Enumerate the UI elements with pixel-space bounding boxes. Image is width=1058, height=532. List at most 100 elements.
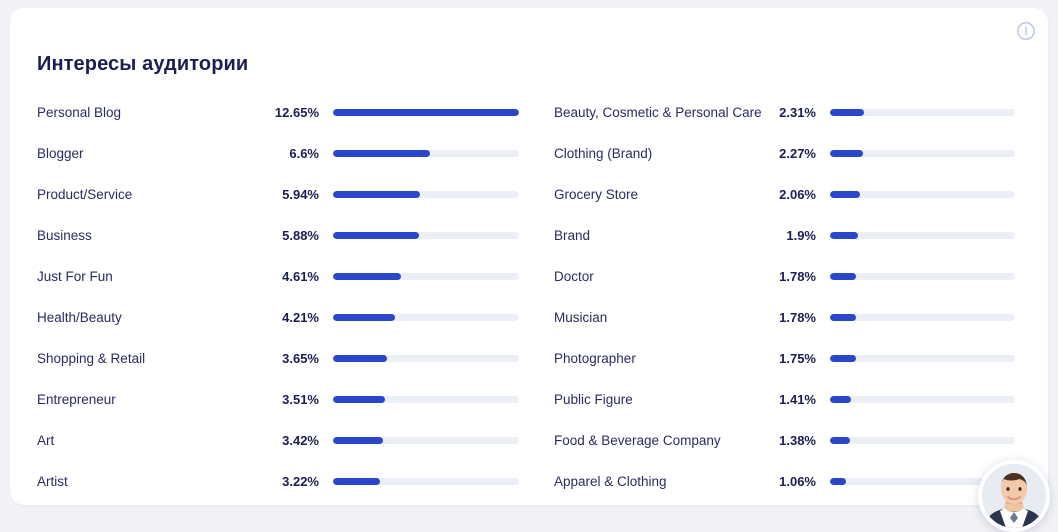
interest-label: Health/Beauty [37, 310, 267, 325]
interest-label: Personal Blog [37, 105, 267, 120]
interest-row: Photographer1.75% [554, 338, 1015, 379]
interest-bar-track [830, 150, 1015, 157]
interest-label: Just For Fun [37, 269, 267, 284]
interest-row: Artist3.22% [37, 461, 519, 502]
interest-bar-fill [333, 396, 385, 403]
interest-row: Personal Blog12.65% [37, 92, 519, 133]
interest-percentage: 1.38% [768, 433, 830, 448]
interest-bar-track [830, 109, 1015, 116]
interest-row: Beauty, Cosmetic & Personal Care2.31% [554, 92, 1015, 133]
interest-row: Brand1.9% [554, 215, 1015, 256]
interest-row: Blogger6.6% [37, 133, 519, 174]
interest-bar-fill [830, 273, 856, 280]
interest-label: Apparel & Clothing [554, 474, 768, 489]
page-title: Интересы аудитории [37, 53, 248, 76]
interests-columns: Personal Blog12.65%Blogger6.6%Product/Se… [10, 92, 1048, 502]
info-circle-icon[interactable] [1015, 20, 1037, 42]
interest-bar-fill [830, 191, 860, 198]
audience-interests-page: Интересы аудитории Personal Blog12.65%Bl… [0, 0, 1058, 524]
interest-bar-fill [333, 150, 430, 157]
interest-row: Just For Fun4.61% [37, 256, 519, 297]
interest-bar-fill [333, 191, 420, 198]
interest-label: Brand [554, 228, 768, 243]
interest-bar-track [333, 355, 519, 362]
interest-percentage: 6.6% [267, 146, 333, 161]
interest-row: Doctor1.78% [554, 256, 1015, 297]
interest-label: Business [37, 228, 267, 243]
interest-bar-track [333, 150, 519, 157]
interest-row: Musician1.78% [554, 297, 1015, 338]
interest-label: Blogger [37, 146, 267, 161]
interest-label: Artist [37, 474, 267, 489]
interest-bar-track [333, 478, 519, 485]
interests-column-left: Personal Blog12.65%Blogger6.6%Product/Se… [10, 92, 529, 502]
interest-label: Photographer [554, 351, 768, 366]
interest-percentage: 2.27% [768, 146, 830, 161]
support-chat-avatar-button[interactable] [978, 460, 1050, 532]
interest-bar-fill [830, 478, 846, 485]
interest-bar-track [830, 191, 1015, 198]
interest-percentage: 1.06% [768, 474, 830, 489]
interest-bar-fill [830, 232, 858, 239]
interest-bar-fill [830, 109, 864, 116]
interest-bar-fill [830, 314, 856, 321]
interest-label: Musician [554, 310, 768, 325]
interest-bar-fill [830, 396, 851, 403]
interest-bar-track [333, 191, 519, 198]
interest-row: Apparel & Clothing1.06% [554, 461, 1015, 502]
interest-percentage: 3.65% [267, 351, 333, 366]
interest-percentage: 3.51% [267, 392, 333, 407]
interest-row: Business5.88% [37, 215, 519, 256]
interest-percentage: 1.75% [768, 351, 830, 366]
interest-percentage: 4.21% [267, 310, 333, 325]
interest-bar-track [333, 232, 519, 239]
interest-percentage: 3.42% [267, 433, 333, 448]
interest-label: Doctor [554, 269, 768, 284]
interest-bar-fill [333, 273, 401, 280]
interest-percentage: 12.65% [267, 105, 333, 120]
interests-column-right: Beauty, Cosmetic & Personal Care2.31%Clo… [529, 92, 1048, 502]
interest-bar-fill [333, 109, 519, 116]
interest-percentage: 1.78% [768, 269, 830, 284]
interest-row: Entrepreneur3.51% [37, 379, 519, 420]
interest-bar-track [333, 314, 519, 321]
interest-bar-track [333, 396, 519, 403]
interest-row: Clothing (Brand)2.27% [554, 133, 1015, 174]
interest-bar-fill [333, 437, 383, 444]
interest-bar-fill [830, 355, 856, 362]
interest-row: Shopping & Retail3.65% [37, 338, 519, 379]
interest-bar-track [333, 437, 519, 444]
interest-bar-fill [830, 437, 850, 444]
interest-percentage: 5.94% [267, 187, 333, 202]
interest-percentage: 1.78% [768, 310, 830, 325]
interest-bar-fill [333, 232, 419, 239]
interest-bar-track [830, 355, 1015, 362]
interest-bar-track [830, 273, 1015, 280]
interest-percentage: 2.31% [768, 105, 830, 120]
interest-bar-track [333, 273, 519, 280]
interest-percentage: 5.88% [267, 228, 333, 243]
avatar [982, 464, 1046, 528]
interest-row: Art3.42% [37, 420, 519, 461]
interest-label: Clothing (Brand) [554, 146, 768, 161]
interest-bar-track [830, 314, 1015, 321]
interest-percentage: 2.06% [768, 187, 830, 202]
interest-percentage: 1.41% [768, 392, 830, 407]
interest-bar-track [830, 396, 1015, 403]
interest-label: Grocery Store [554, 187, 768, 202]
interest-row: Public Figure1.41% [554, 379, 1015, 420]
interest-row: Grocery Store2.06% [554, 174, 1015, 215]
interest-bar-track [830, 232, 1015, 239]
audience-interests-card: Интересы аудитории Personal Blog12.65%Bl… [10, 8, 1048, 505]
interest-label: Beauty, Cosmetic & Personal Care [554, 105, 768, 120]
interest-label: Food & Beverage Company [554, 433, 768, 448]
interest-bar-fill [333, 355, 387, 362]
interest-percentage: 1.9% [768, 228, 830, 243]
interest-bar-track [830, 437, 1015, 444]
interest-label: Product/Service [37, 187, 267, 202]
interest-label: Shopping & Retail [37, 351, 267, 366]
interest-label: Art [37, 433, 267, 448]
interest-row: Food & Beverage Company1.38% [554, 420, 1015, 461]
interest-bar-fill [830, 150, 863, 157]
interest-percentage: 4.61% [267, 269, 333, 284]
